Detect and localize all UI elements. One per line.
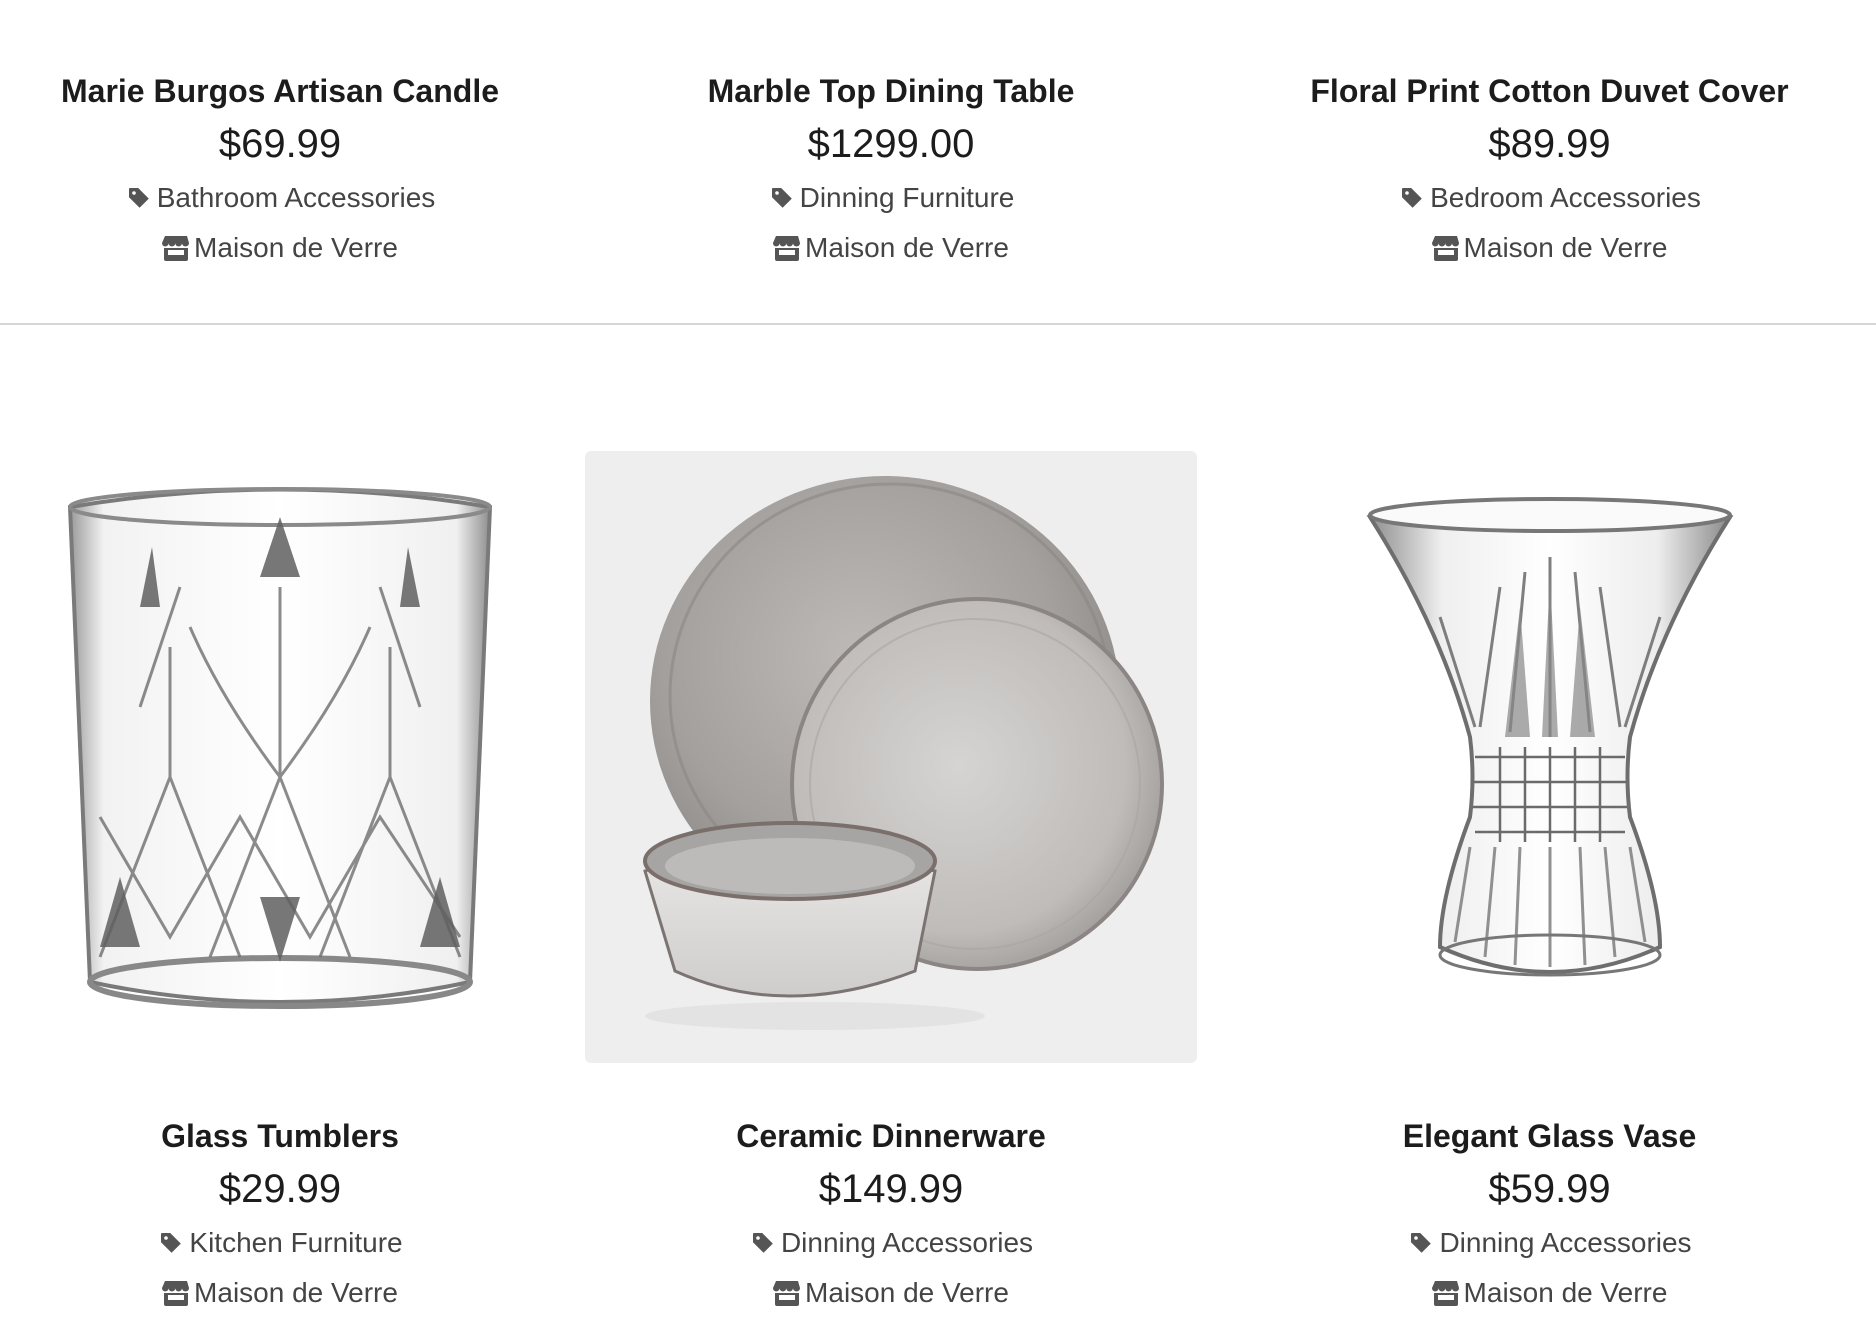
product-category[interactable]: Bathroom Accessories [125, 178, 436, 218]
product-price: $59.99 [1488, 1167, 1611, 1211]
product-row-1: Marie Burgos Artisan Candle $69.99 Bathr… [0, 0, 1876, 324]
store-icon [162, 1279, 190, 1307]
product-image[interactable] [585, 451, 1197, 1063]
ceramic-dinnerware-image [643, 476, 1164, 1030]
product-grid-page: Marie Burgos Artisan Candle $69.99 Bathr… [0, 0, 1876, 1328]
product-store[interactable]: Maison de Verre [162, 1273, 398, 1313]
product-category-label: Kitchen Furniture [189, 1227, 403, 1258]
product-price: $89.99 [1488, 122, 1611, 166]
product-title[interactable]: Elegant Glass Vase [1403, 1115, 1697, 1157]
store-icon [162, 234, 190, 262]
product-category[interactable]: Dinning Accessories [1407, 1223, 1692, 1263]
product-category-label: Dinning Accessories [780, 1227, 1034, 1258]
tag-icon [125, 184, 153, 212]
product-category-label: Dinning Accessories [1439, 1227, 1692, 1258]
product-price: $1299.00 [807, 122, 975, 166]
product-price: $149.99 [818, 1167, 964, 1211]
product-store[interactable]: Maison de Verre [773, 228, 1009, 268]
tag-icon [768, 184, 796, 212]
product-title[interactable]: Marie Burgos Artisan Candle [61, 70, 499, 112]
product-store-label: Maison de Verre [194, 232, 398, 263]
product-store[interactable]: Maison de Verre [773, 1273, 1009, 1313]
store-icon [1431, 1279, 1460, 1307]
tag-icon [1407, 1229, 1435, 1257]
product-card[interactable]: Ceramic Dinnerware $149.99 Dinning Acces… [561, 325, 1221, 1328]
product-price: $69.99 [218, 122, 342, 166]
product-category[interactable]: Bedroom Accessories [1398, 178, 1701, 218]
product-image[interactable] [1222, 451, 1876, 1063]
tag-icon [157, 1229, 185, 1257]
product-store-label: Maison de Verre [1463, 1277, 1668, 1308]
store-icon [1431, 234, 1460, 262]
product-category-label: Dinning Furniture [799, 182, 1015, 213]
store-icon [773, 1279, 801, 1307]
product-title[interactable]: Floral Print Cotton Duvet Cover [1310, 70, 1788, 112]
product-card[interactable]: Elegant Glass Vase $59.99 Dinning Access… [1222, 325, 1876, 1328]
product-store[interactable]: Maison de Verre [1431, 1273, 1668, 1313]
product-store[interactable]: Maison de Verre [1431, 228, 1668, 268]
product-card[interactable]: Floral Print Cotton Duvet Cover $89.99 B… [1222, 0, 1876, 324]
product-store[interactable]: Maison de Verre [162, 228, 398, 268]
glass-vase-image [1366, 497, 1733, 977]
product-store-label: Maison de Verre [805, 1277, 1009, 1308]
product-card[interactable]: Marble Top Dining Table $1299.00 Dinning… [561, 0, 1221, 324]
product-card[interactable]: Marie Burgos Artisan Candle $69.99 Bathr… [0, 0, 560, 324]
product-title[interactable]: Glass Tumblers [161, 1115, 399, 1157]
glass-tumbler-image [67, 487, 493, 1009]
product-title[interactable]: Ceramic Dinnerware [736, 1115, 1045, 1157]
tag-icon [749, 1229, 777, 1257]
product-category[interactable]: Dinning Accessories [749, 1223, 1033, 1263]
tag-icon [1398, 184, 1426, 212]
store-icon [773, 234, 801, 262]
product-row-2: Glass Tumblers $29.99 Kitchen Furniture … [0, 325, 1876, 1328]
product-category[interactable]: Kitchen Furniture [157, 1223, 403, 1263]
product-title[interactable]: Marble Top Dining Table [708, 70, 1075, 112]
product-card[interactable]: Glass Tumblers $29.99 Kitchen Furniture … [0, 325, 560, 1328]
product-image[interactable] [0, 451, 560, 1063]
product-store-label: Maison de Verre [805, 232, 1009, 263]
product-category-label: Bedroom Accessories [1430, 182, 1701, 213]
product-store-label: Maison de Verre [194, 1277, 398, 1308]
product-price: $29.99 [218, 1167, 342, 1211]
product-category-label: Bathroom Accessories [156, 182, 436, 213]
product-store-label: Maison de Verre [1463, 232, 1668, 263]
product-category[interactable]: Dinning Furniture [768, 178, 1015, 218]
